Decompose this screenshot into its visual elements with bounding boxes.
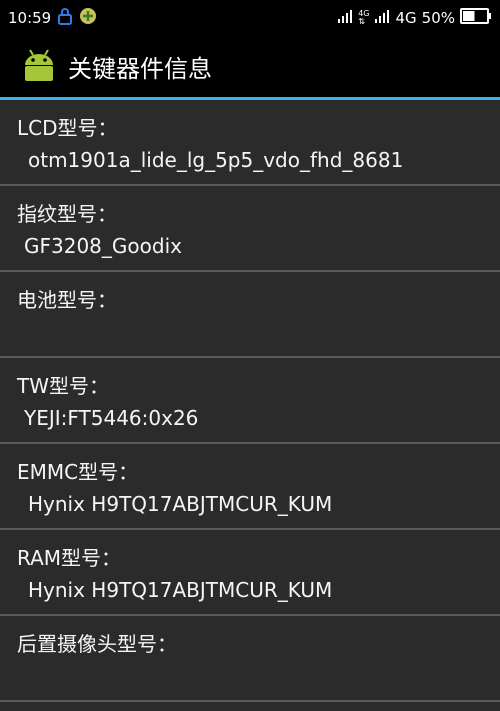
list-item-rear-camera: 后置摄像头型号： bbox=[0, 616, 500, 702]
list-item-value: Hynix H9TQ17ABJTMCUR_KUM bbox=[28, 492, 333, 516]
status-bar-left: 10:59 bbox=[8, 7, 97, 29]
list-item-label: EMMC型号： bbox=[17, 460, 139, 484]
list-item-lcd: LCD型号： otm1901a_lide_lg_5p5_vdo_fhd_8681 bbox=[0, 100, 500, 186]
list-item-emmc: EMMC型号： Hynix H9TQ17ABJTMCUR_KUM bbox=[0, 444, 500, 530]
list-item-label: TW型号： bbox=[17, 374, 109, 398]
list-item-value: YEJI:FT5446:0x26 bbox=[24, 406, 199, 430]
action-bar: 关键器件信息 bbox=[0, 36, 500, 97]
battery-percent: 50% bbox=[421, 9, 455, 27]
battery-icon bbox=[460, 8, 492, 28]
list-item-label: 指纹型号： bbox=[17, 202, 117, 226]
list-item-label: RAM型号： bbox=[17, 546, 122, 570]
list-item-label: 电池型号： bbox=[17, 288, 117, 312]
signal-icon-2 bbox=[374, 9, 390, 27]
status-bar-right: 4G ⇅ 4G 50% bbox=[337, 8, 492, 28]
list-item-value: Hynix H9TQ17ABJTMCUR_KUM bbox=[28, 578, 333, 602]
device-info-list: LCD型号： otm1901a_lide_lg_5p5_vdo_fhd_8681… bbox=[0, 100, 500, 702]
list-item-ram: RAM型号： Hynix H9TQ17ABJTMCUR_KUM bbox=[0, 530, 500, 616]
android-robot-icon bbox=[20, 46, 58, 88]
page-title: 关键器件信息 bbox=[68, 55, 212, 83]
network-type: 4G bbox=[395, 9, 417, 27]
list-item-label: LCD型号： bbox=[17, 116, 118, 140]
status-bar: 10:59 4G ⇅ 4G 50% bbox=[0, 0, 500, 36]
list-item-label: 后置摄像头型号： bbox=[17, 632, 177, 656]
list-item-battery: 电池型号： bbox=[0, 272, 500, 358]
list-item-value: GF3208_Goodix bbox=[24, 234, 182, 258]
list-item-value: otm1901a_lide_lg_5p5_vdo_fhd_8681 bbox=[28, 148, 404, 172]
clock: 10:59 bbox=[8, 9, 52, 27]
list-item-tw: TW型号： YEJI:FT5446:0x26 bbox=[0, 358, 500, 444]
data-activity-icon: 4G ⇅ bbox=[358, 9, 370, 26]
list-item-fingerprint: 指纹型号： GF3208_Goodix bbox=[0, 186, 500, 272]
lock-icon bbox=[57, 7, 73, 29]
signal-icon bbox=[337, 9, 353, 27]
add-icon bbox=[79, 7, 97, 29]
